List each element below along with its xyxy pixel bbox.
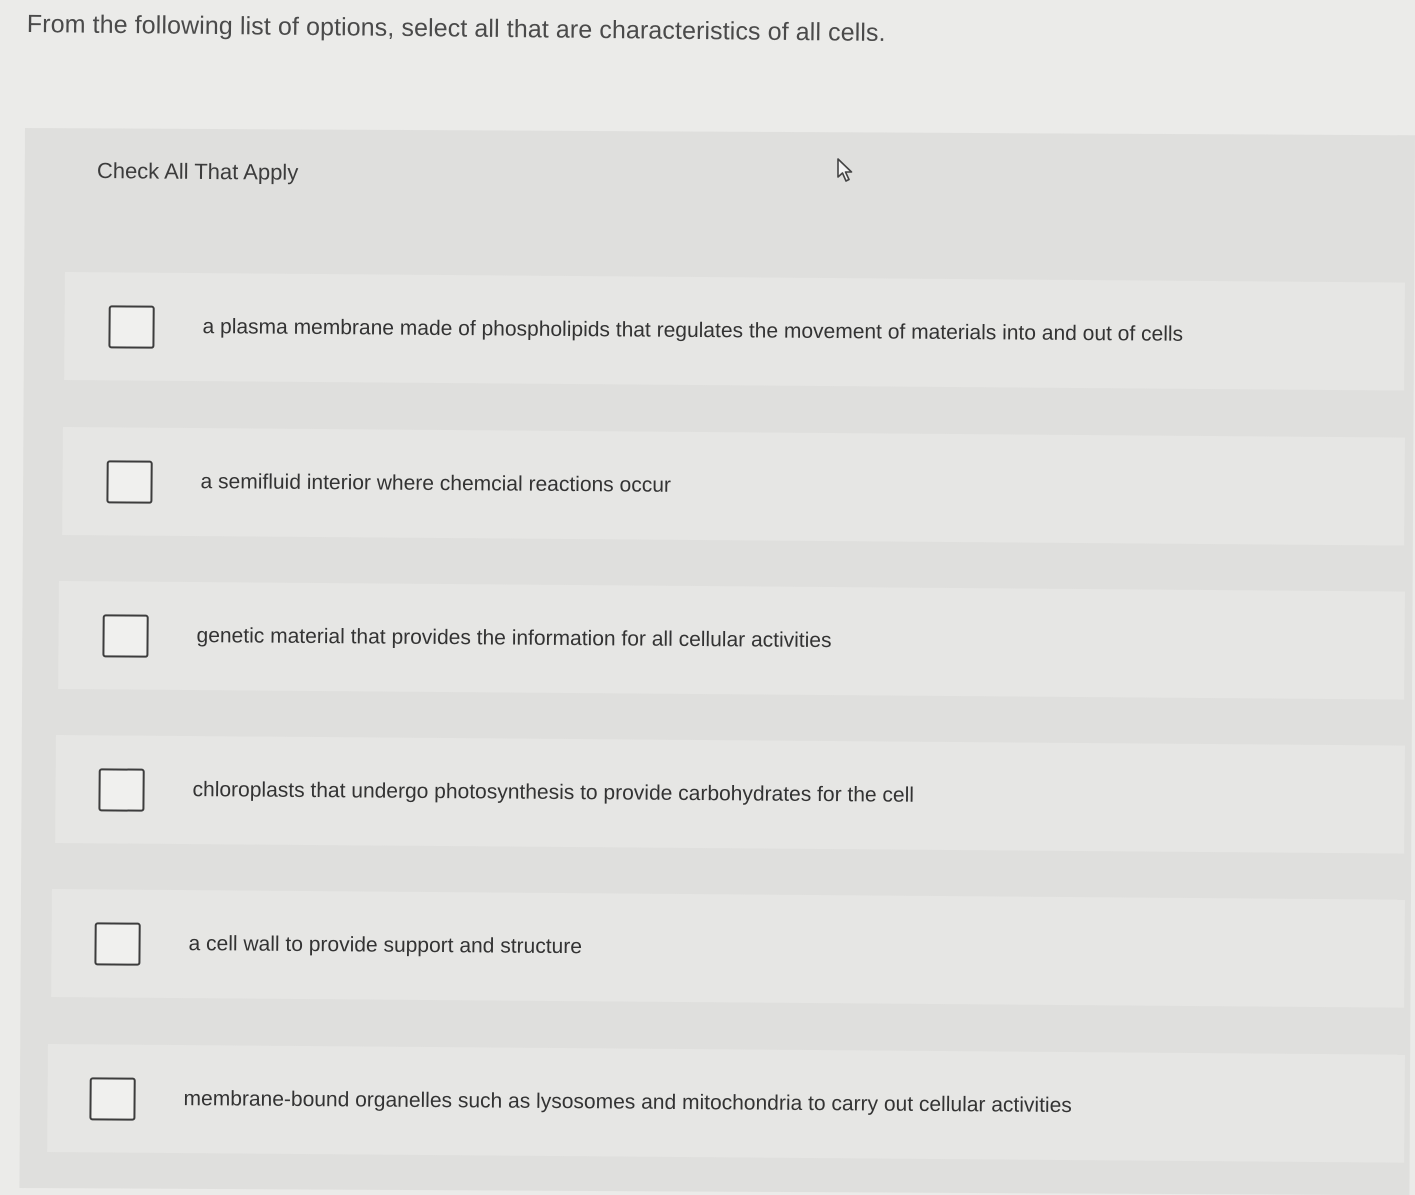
option-label-2[interactable]: a semifluid interior where chemcial reac… [200,470,671,498]
option-row-3[interactable]: genetic material that provides the infor… [58,581,1405,700]
option-row-2[interactable]: a semifluid interior where chemcial reac… [62,427,1405,546]
option-label-3[interactable]: genetic material that provides the infor… [196,624,831,653]
option-row-5[interactable]: a cell wall to provide support and struc… [51,889,1405,1008]
option-checkbox-4[interactable] [98,767,145,812]
option-row-1[interactable]: a plasma membrane made of phospholipids … [64,272,1405,391]
option-label-6[interactable]: membrane-bound organelles such as lysoso… [183,1087,1071,1118]
option-label-1[interactable]: a plasma membrane made of phospholipids … [202,315,1183,347]
option-row-4[interactable]: chloroplasts that undergo photosynthesis… [55,735,1405,854]
option-checkbox-2[interactable] [106,459,153,504]
option-label-4[interactable]: chloroplasts that undergo photosynthesis… [192,778,914,808]
option-checkbox-6[interactable] [89,1076,136,1121]
mouse-cursor-icon [837,158,853,182]
option-checkbox-5[interactable] [94,921,141,966]
option-checkbox-1[interactable] [108,304,155,349]
option-label-5[interactable]: a cell wall to provide support and struc… [188,932,582,959]
option-checkbox-3[interactable] [102,613,149,658]
question-text: From the following list of options, sele… [26,10,886,47]
option-row-6[interactable]: membrane-bound organelles such as lysoso… [47,1044,1405,1163]
check-all-instruction: Check All That Apply [96,158,299,185]
